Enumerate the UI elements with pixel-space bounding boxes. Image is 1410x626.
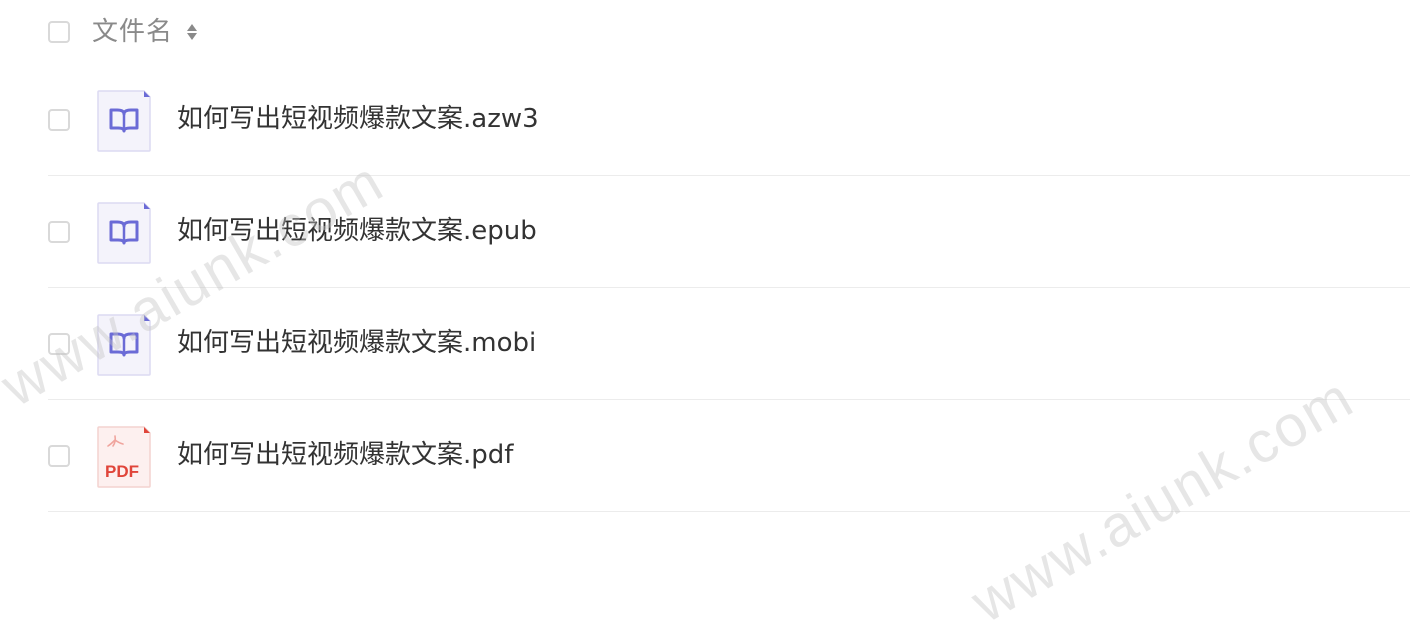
file-name[interactable]: 如何写出短视频爆款文案.mobi	[177, 323, 536, 363]
file-name[interactable]: 如何写出短视频爆款文案.epub	[177, 211, 537, 251]
ebook-icon	[97, 90, 151, 152]
filename-column-header[interactable]: 文件名	[92, 15, 173, 49]
file-row[interactable]: PDF 如何写出短视频爆款文案.pdf	[0, 400, 1410, 512]
ebook-icon	[97, 202, 151, 264]
file-row[interactable]: 如何写出短视频爆款文案.mobi	[0, 288, 1410, 400]
file-list-page: 文件名 如何写出短视频爆款文案.azw3 如何写出短视频爆款文案.epub 如何…	[0, 0, 1410, 626]
pdf-icon-label: PDF	[105, 462, 139, 481]
file-row[interactable]: 如何写出短视频爆款文案.azw3	[0, 64, 1410, 176]
file-row-checkbox[interactable]	[48, 221, 70, 243]
file-row-checkbox[interactable]	[48, 445, 70, 467]
file-list-header: 文件名	[0, 0, 1410, 64]
select-all-checkbox[interactable]	[48, 21, 70, 43]
file-row[interactable]: 如何写出短视频爆款文案.epub	[0, 176, 1410, 288]
ebook-icon	[97, 314, 151, 376]
file-row-checkbox[interactable]	[48, 109, 70, 131]
file-row-checkbox[interactable]	[48, 333, 70, 355]
pdf-icon: PDF	[97, 426, 151, 488]
row-divider	[48, 511, 1410, 512]
file-name[interactable]: 如何写出短视频爆款文案.pdf	[177, 435, 513, 475]
file-name[interactable]: 如何写出短视频爆款文案.azw3	[177, 99, 539, 139]
sort-up-down-icon[interactable]	[184, 20, 200, 44]
